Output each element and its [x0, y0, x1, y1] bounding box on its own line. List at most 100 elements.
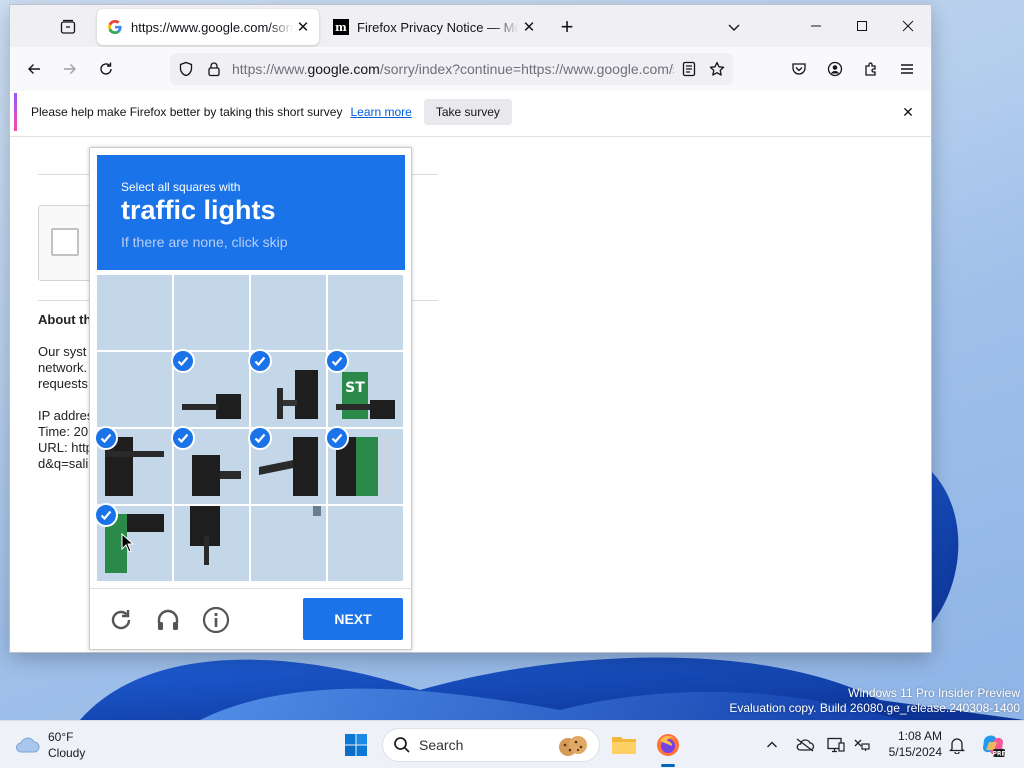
- reload-icon[interactable]: [92, 55, 120, 83]
- display-icon[interactable]: [824, 733, 848, 757]
- page-text-line: network.: [38, 360, 88, 375]
- title-bar: https://www.google.com/sorry/index?conti…: [10, 5, 931, 47]
- captcha-instruction: Select all squares with: [121, 180, 241, 194]
- file-explorer-icon[interactable]: [608, 729, 640, 761]
- network-icon[interactable]: [850, 733, 874, 757]
- close-notification-icon[interactable]: ✕: [898, 102, 918, 122]
- captcha-tile-image: [174, 506, 249, 581]
- close-tab-icon[interactable]: ✕: [519, 17, 539, 37]
- captcha-tile[interactable]: [251, 506, 326, 581]
- reader-view-icon[interactable]: [677, 57, 701, 81]
- page-text-line: IP addres: [38, 408, 94, 423]
- selected-check-icon: [171, 426, 195, 450]
- lock-icon[interactable]: [202, 57, 226, 81]
- back-arrow-icon[interactable]: [20, 55, 48, 83]
- taskbar-search-box[interactable]: Search: [382, 728, 600, 762]
- active-app-indicator: [661, 764, 675, 767]
- page-text-line: URL: http: [38, 440, 93, 455]
- take-survey-button[interactable]: Take survey: [423, 99, 512, 125]
- captcha-header: Select all squares with traffic lights I…: [97, 155, 405, 270]
- minimize-icon[interactable]: [793, 5, 839, 47]
- captcha-target: traffic lights: [121, 195, 276, 225]
- captcha-tile[interactable]: [328, 506, 403, 581]
- audio-challenge-icon[interactable]: [154, 606, 182, 634]
- search-icon: [393, 736, 411, 754]
- captcha-tile-image: [97, 275, 172, 350]
- firefox-taskbar-icon[interactable]: [652, 729, 684, 761]
- google-g-icon: [107, 19, 123, 35]
- page-text-line: Time: 20: [38, 424, 89, 439]
- reload-challenge-icon[interactable]: [107, 606, 135, 634]
- system-clock[interactable]: 1:08 AM 5/15/2024: [880, 728, 942, 760]
- taskbar: 60°F Cloudy Search 1:08 AM 5/15/2024 PRE: [0, 720, 1024, 768]
- mouse-cursor-icon: [121, 533, 135, 553]
- captcha-tile-image: [328, 275, 403, 350]
- account-icon[interactable]: [821, 55, 849, 83]
- tab-title: https://www.google.com/sorry/index?conti…: [131, 19, 293, 35]
- page-text-line: requests: [38, 376, 88, 391]
- selected-check-icon: [94, 426, 118, 450]
- next-button[interactable]: NEXT: [303, 598, 403, 640]
- captcha-tile[interactable]: [174, 275, 249, 350]
- notification-bell-icon[interactable]: [945, 733, 969, 757]
- weather-description: Cloudy: [48, 746, 86, 760]
- tab-firefox-privacy[interactable]: m Firefox Privacy Notice — Mozilla ✕: [323, 9, 545, 45]
- selected-check-icon: [171, 349, 195, 373]
- captcha-tile[interactable]: [174, 506, 249, 581]
- tab-google-sorry[interactable]: https://www.google.com/sorry/index?conti…: [97, 9, 319, 45]
- tab-title: Firefox Privacy Notice — Mozilla: [357, 19, 519, 35]
- url-text[interactable]: https://www.google.com/sorry/index?conti…: [232, 61, 674, 77]
- captcha-tile[interactable]: [97, 275, 172, 350]
- shield-icon[interactable]: [174, 57, 198, 81]
- close-window-icon[interactable]: [885, 5, 931, 47]
- navigation-toolbar: https://www.google.com/sorry/index?conti…: [10, 47, 931, 91]
- close-tab-icon[interactable]: ✕: [293, 17, 313, 37]
- weather-widget[interactable]: 60°F Cloudy: [14, 729, 85, 761]
- captcha-tile-image: [251, 506, 326, 581]
- new-tab-icon[interactable]: +: [555, 14, 579, 39]
- selected-check-icon: [94, 503, 118, 527]
- cloud-offline-icon[interactable]: [793, 733, 817, 757]
- chevron-up-icon[interactable]: [760, 733, 784, 757]
- copilot-pre-icon[interactable]: PRE: [979, 731, 1007, 759]
- captcha-tile[interactable]: [97, 352, 172, 427]
- tab-manager-icon[interactable]: [56, 15, 80, 39]
- start-windows-icon[interactable]: [340, 729, 372, 761]
- captcha-tile-image: [97, 352, 172, 427]
- page-text-line: d&q=sali: [38, 456, 89, 471]
- extensions-icon[interactable]: [857, 55, 885, 83]
- list-all-tabs-icon[interactable]: [722, 15, 746, 39]
- selected-check-icon: [248, 349, 272, 373]
- about-heading: About th: [38, 312, 92, 327]
- bookmark-star-icon[interactable]: [705, 57, 729, 81]
- maximize-icon[interactable]: [839, 5, 885, 47]
- cloud-icon: [16, 737, 40, 753]
- captcha-tile-image: [174, 275, 249, 350]
- captcha-footer-divider: [90, 588, 411, 589]
- captcha-tile[interactable]: [251, 275, 326, 350]
- captcha-tile-image: [328, 506, 403, 581]
- mozilla-m-icon: m: [333, 19, 349, 35]
- address-bar[interactable]: https://www.google.com/sorry/index?conti…: [170, 53, 733, 85]
- page-text-line: Our syst: [38, 344, 87, 359]
- captcha-hint: If there are none, click skip: [121, 234, 288, 250]
- recaptcha-checkbox[interactable]: [51, 228, 79, 256]
- content-divider: [10, 136, 931, 137]
- svg-text:ST: ST: [345, 380, 365, 396]
- clock-date: 5/15/2024: [888, 745, 942, 759]
- captcha-tile[interactable]: [328, 275, 403, 350]
- weather-temperature: 60°F: [48, 730, 74, 744]
- forward-arrow-icon[interactable]: [56, 55, 84, 83]
- menu-hamburger-icon[interactable]: [893, 55, 921, 83]
- captcha-tile-grid: ST: [94, 275, 405, 583]
- captcha-tile-image: [251, 275, 326, 350]
- firefox-window: https://www.google.com/sorry/index?conti…: [10, 5, 931, 652]
- svg-text:m: m: [335, 21, 347, 34]
- selected-check-icon: [325, 426, 349, 450]
- selected-check-icon: [248, 426, 272, 450]
- survey-notification-bar: Please help make Firefox better by takin…: [14, 93, 926, 131]
- info-icon[interactable]: [202, 606, 230, 634]
- cookies-icon: [559, 736, 587, 756]
- pocket-icon[interactable]: [785, 55, 813, 83]
- learn-more-link[interactable]: Learn more: [350, 105, 411, 119]
